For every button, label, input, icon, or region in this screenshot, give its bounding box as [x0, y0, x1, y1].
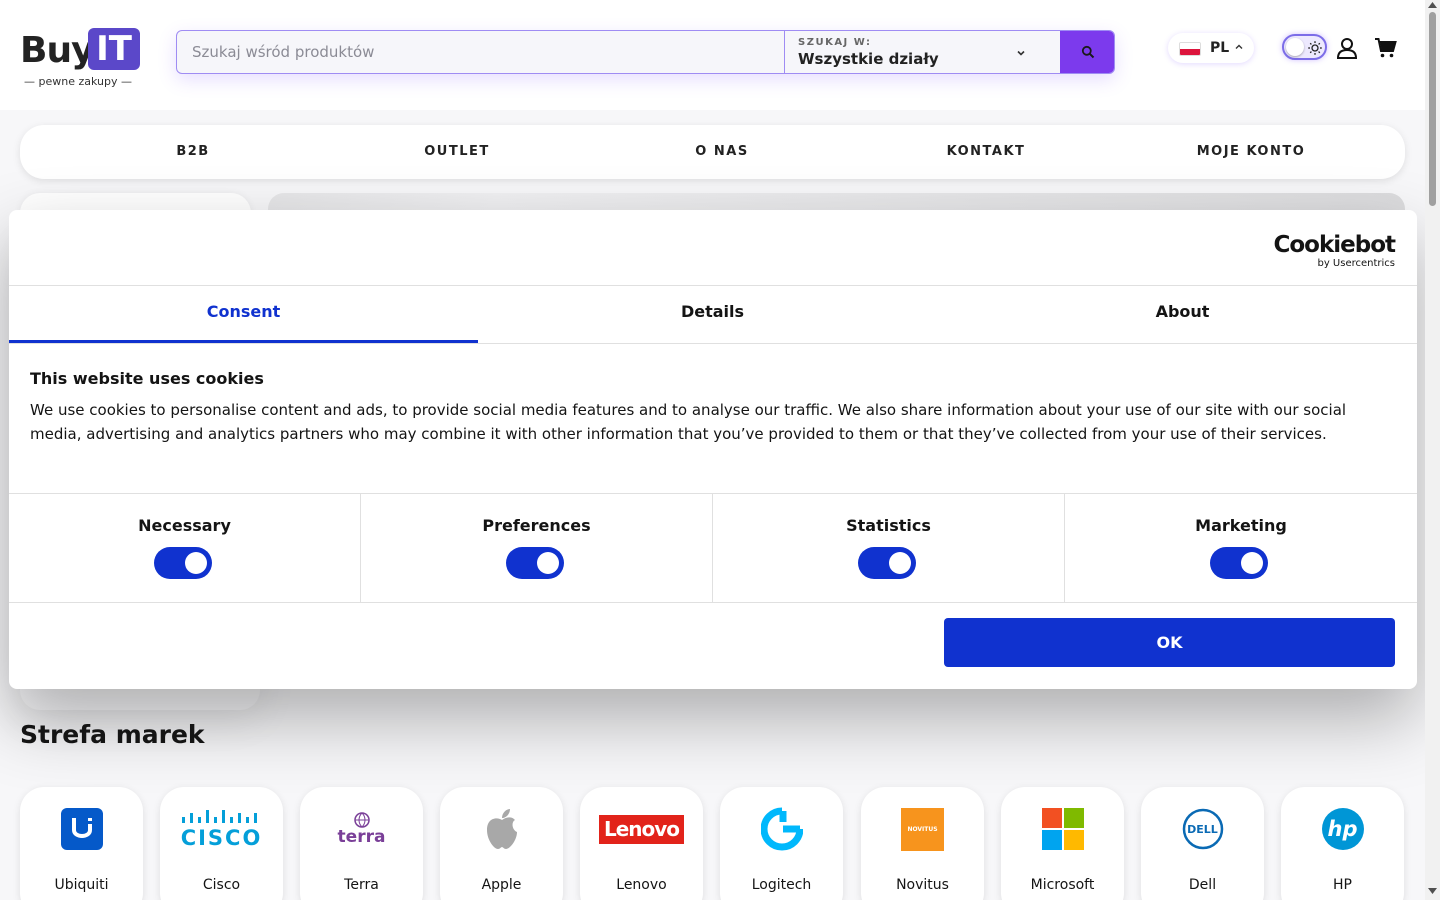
site-header: Buy IT — pewne zakupy — SZUKAJ W: Wszyst… — [0, 0, 1425, 110]
cisco-bars-icon — [181, 810, 257, 823]
toggle-knob — [889, 552, 911, 574]
novitus-logo-text: NOVITUS — [901, 807, 944, 851]
user-account-icon[interactable] — [1335, 36, 1359, 60]
category-statistics: Statistics — [713, 493, 1065, 602]
tabs-divider — [9, 343, 1417, 344]
brand-card-microsoft[interactable]: Microsoft — [1001, 787, 1124, 900]
preferences-toggle[interactable] — [506, 547, 564, 579]
scroll-up-arrow-icon[interactable] — [1428, 2, 1437, 8]
brand-card-dell[interactable]: DELL Dell — [1141, 787, 1264, 900]
scroll-down-arrow-icon[interactable] — [1428, 888, 1437, 894]
category-label: Statistics — [846, 516, 931, 535]
search-icon — [1081, 45, 1095, 59]
category-marketing: Marketing — [1065, 493, 1417, 602]
brands-section-title: Strefa marek — [20, 720, 205, 749]
site-logo[interactable]: Buy IT — pewne zakupy — — [20, 26, 142, 88]
search-scope-value: Wszystkie działy — [798, 50, 939, 68]
language-selector[interactable]: PL — [1168, 33, 1254, 63]
marketing-toggle[interactable] — [1210, 547, 1268, 579]
chevron-up-icon — [1235, 44, 1243, 49]
brand-name: Lenovo — [616, 877, 667, 893]
logo-badge: IT — [88, 28, 140, 70]
category-necessary: Necessary — [9, 493, 361, 602]
search-scope-label: SZUKAJ W: — [798, 37, 872, 48]
toggle-knob — [537, 552, 559, 574]
main-navigation: B2B OUTLET O NAS KONTAKT MOJE KONTO — [20, 125, 1405, 179]
brand-name: HP — [1333, 877, 1352, 893]
toggle-knob — [185, 552, 207, 574]
scrollbar-thumb[interactable] — [1429, 12, 1436, 206]
nav-item-my-account[interactable]: MOJE KONTO — [1197, 125, 1306, 179]
statistics-toggle[interactable] — [858, 547, 916, 579]
chevron-down-icon — [1017, 50, 1025, 56]
search-input[interactable] — [177, 31, 784, 73]
sun-icon — [1308, 41, 1322, 55]
theme-toggle-knob — [1286, 38, 1304, 56]
terra-logo-text: terra — [337, 826, 386, 847]
brand-name: Ubiquiti — [54, 877, 109, 893]
brand-card-novitus[interactable]: NOVITUS Novitus — [861, 787, 984, 900]
brand-name: Terra — [344, 877, 379, 893]
tab-details[interactable]: Details — [478, 286, 947, 343]
nav-item-b2b[interactable]: B2B — [176, 125, 209, 179]
tab-consent[interactable]: Consent — [9, 286, 478, 343]
hp-logo-text: hp — [1321, 808, 1364, 850]
microsoft-logo-icon — [1041, 808, 1084, 850]
category-label: Necessary — [138, 516, 231, 535]
search-scope-dropdown[interactable]: SZUKAJ W: Wszystkie działy — [784, 31, 1060, 73]
apple-logo-icon — [486, 809, 517, 849]
category-label: Marketing — [1195, 516, 1287, 535]
brand-card-logitech[interactable]: Logitech — [720, 787, 843, 900]
terra-globe-icon — [353, 811, 370, 828]
brand-card-hp[interactable]: hp HP — [1281, 787, 1404, 900]
cookiebot-brand-name: Cookiebot — [1273, 232, 1396, 258]
category-label: Preferences — [482, 516, 591, 535]
brand-card-cisco[interactable]: CISCO Cisco — [160, 787, 283, 900]
cookie-title: This website uses cookies — [30, 369, 264, 388]
cisco-logo-text: CISCO — [180, 826, 263, 850]
necessary-toggle[interactable] — [154, 547, 212, 579]
brand-name: Logitech — [751, 877, 812, 893]
ok-button[interactable]: OK — [944, 618, 1395, 667]
brand-card-terra[interactable]: terra Terra — [300, 787, 423, 900]
brand-name: Novitus — [896, 877, 949, 893]
search-bar: SZUKAJ W: Wszystkie działy — [176, 30, 1115, 74]
dell-logo-text: DELL — [1187, 822, 1218, 836]
theme-toggle[interactable] — [1282, 34, 1327, 60]
toggle-knob — [1241, 552, 1263, 574]
nav-item-about[interactable]: O NAS — [695, 125, 748, 179]
categories-bottom-divider — [9, 602, 1417, 603]
brand-name: Apple — [481, 877, 522, 893]
cookiebot-brand-by: by Usercentrics — [1317, 258, 1395, 269]
shopping-cart-icon[interactable] — [1374, 36, 1398, 60]
nav-item-outlet[interactable]: OUTLET — [424, 125, 490, 179]
logo-text: Buy — [20, 30, 95, 71]
brand-name: Microsoft — [1030, 877, 1095, 893]
brand-card-lenovo[interactable]: Lenovo Lenovo — [580, 787, 703, 900]
ubiquiti-logo-icon — [60, 808, 103, 850]
cookie-description: We use cookies to personalise content an… — [30, 401, 1347, 443]
language-code: PL — [1210, 40, 1230, 56]
logitech-logo-icon — [760, 807, 803, 851]
brand-card-apple[interactable]: Apple — [440, 787, 563, 900]
page-scrollbar[interactable] — [1425, 0, 1440, 900]
nav-item-contact[interactable]: KONTAKT — [947, 125, 1026, 179]
category-preferences: Preferences — [361, 493, 713, 602]
cookiebot-logo: Cookiebot by Usercentrics — [1273, 232, 1396, 270]
logo-tagline: — pewne zakupy — — [24, 75, 132, 88]
cookie-consent-dialog: Cookiebot by Usercentrics Consent Detail… — [9, 210, 1417, 689]
brand-name: Cisco — [202, 877, 241, 893]
poland-flag-icon — [1179, 42, 1201, 56]
brand-card-ubiquiti[interactable]: Ubiquiti — [20, 787, 143, 900]
lenovo-logo-text: Lenovo — [599, 814, 684, 844]
brand-name: Dell — [1188, 877, 1217, 893]
tab-about[interactable]: About — [948, 286, 1417, 343]
search-button[interactable] — [1060, 31, 1114, 73]
